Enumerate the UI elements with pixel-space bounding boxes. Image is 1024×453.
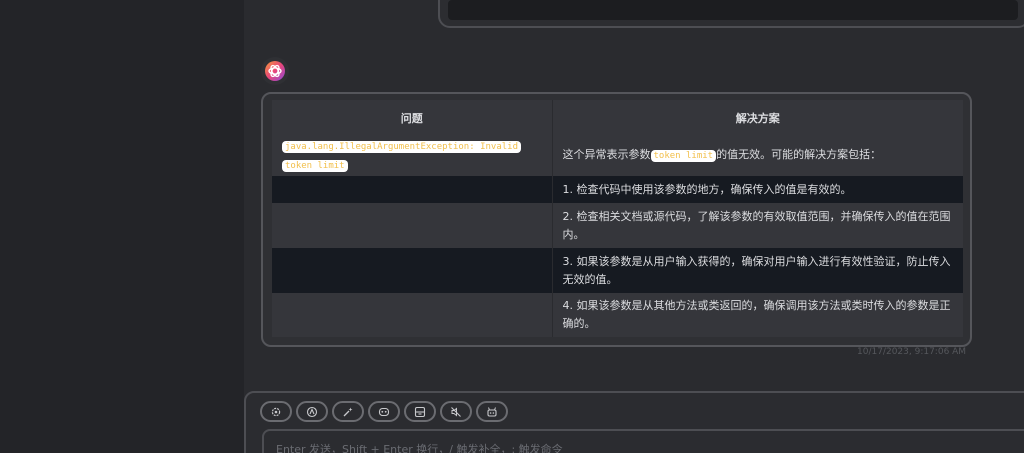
theme-icon <box>306 406 318 417</box>
context-icon <box>414 406 426 417</box>
assistant-message: 问题 解决方案 java.lang.IllegalArgumentExcepti… <box>261 92 972 347</box>
solution-text: 的值无效。可能的解决方案包括： <box>716 148 882 161</box>
solution-cell: 2. 检查相关文档或源代码，了解该参数的有效取值范围，并确保传入的值在范围内。 <box>552 203 963 248</box>
assistant-avatar <box>261 57 289 85</box>
openai-logo-icon <box>265 61 285 81</box>
table-row: 3. 如果该参数是从用户输入获得的，确保对用户输入进行有效性验证，防止传入无效的… <box>272 248 963 293</box>
issue-cell <box>272 203 553 248</box>
issue-cell <box>272 248 553 293</box>
solution-cell: 这个异常表示参数 token limit 的值无效。可能的解决方案包括： <box>552 135 963 176</box>
inline-code: java.lang.IllegalArgumentException: Inva… <box>282 140 521 172</box>
solution-cell: 3. 如果该参数是从用户输入获得的，确保对用户输入进行有效性验证，防止传入无效的… <box>552 248 963 293</box>
solution-cell: 4. 如果该参数是从其他方法或类返回的，确保调用该方法或类时传入的参数是正确的。 <box>552 293 963 337</box>
context-button[interactable] <box>404 401 436 422</box>
solution-cell: 1. 检查代码中使用该参数的地方，确保传入的值是有效的。 <box>552 176 963 203</box>
issue-cell <box>272 176 553 203</box>
issue-cell <box>272 293 553 337</box>
chat-input[interactable]: Enter 发送，Shift + Enter 换行，/ 触发补全，: 触发命令 <box>262 429 1024 453</box>
settings-button[interactable] <box>260 401 292 422</box>
previous-message-content <box>448 0 1018 20</box>
table-header-solution: 解决方案 <box>552 100 963 135</box>
table-row: 4. 如果该参数是从其他方法或类返回的，确保调用该方法或类时传入的参数是正确的。 <box>272 293 963 337</box>
issue-cell: java.lang.IllegalArgumentException: Inva… <box>272 135 553 176</box>
bot-icon <box>487 406 497 417</box>
composer-toolbar <box>260 401 508 422</box>
mask-icon <box>378 407 390 416</box>
solution-table: 问题 解决方案 java.lang.IllegalArgumentExcepti… <box>272 100 963 337</box>
left-sidebar <box>0 0 244 453</box>
prompt-icon <box>343 407 353 416</box>
theme-button[interactable] <box>296 401 328 422</box>
chat-input-placeholder: Enter 发送，Shift + Enter 换行，/ 触发补全，: 触发命令 <box>276 443 563 453</box>
mute-button[interactable] <box>440 401 472 422</box>
bot-button[interactable] <box>476 401 508 422</box>
table-row: java.lang.IllegalArgumentException: Inva… <box>272 135 963 176</box>
table-header-issue: 问题 <box>272 100 553 135</box>
chat-composer: Enter 发送，Shift + Enter 换行，/ 触发补全，: 触发命令 <box>244 391 1024 453</box>
prompt-button[interactable] <box>332 401 364 422</box>
solution-text: 这个异常表示参数 <box>562 148 651 161</box>
mask-button[interactable] <box>368 401 400 422</box>
settings-icon <box>271 407 281 416</box>
table-row: 2. 检查相关文档或源代码，了解该参数的有效取值范围，并确保传入的值在范围内。 <box>272 203 963 248</box>
message-timestamp: 10/17/2023, 9:17:06 AM <box>857 347 967 357</box>
table-row: 1. 检查代码中使用该参数的地方，确保传入的值是有效的。 <box>272 176 963 203</box>
previous-message-card <box>438 0 1024 28</box>
mute-icon <box>451 406 461 417</box>
inline-code: token limit <box>650 150 717 162</box>
